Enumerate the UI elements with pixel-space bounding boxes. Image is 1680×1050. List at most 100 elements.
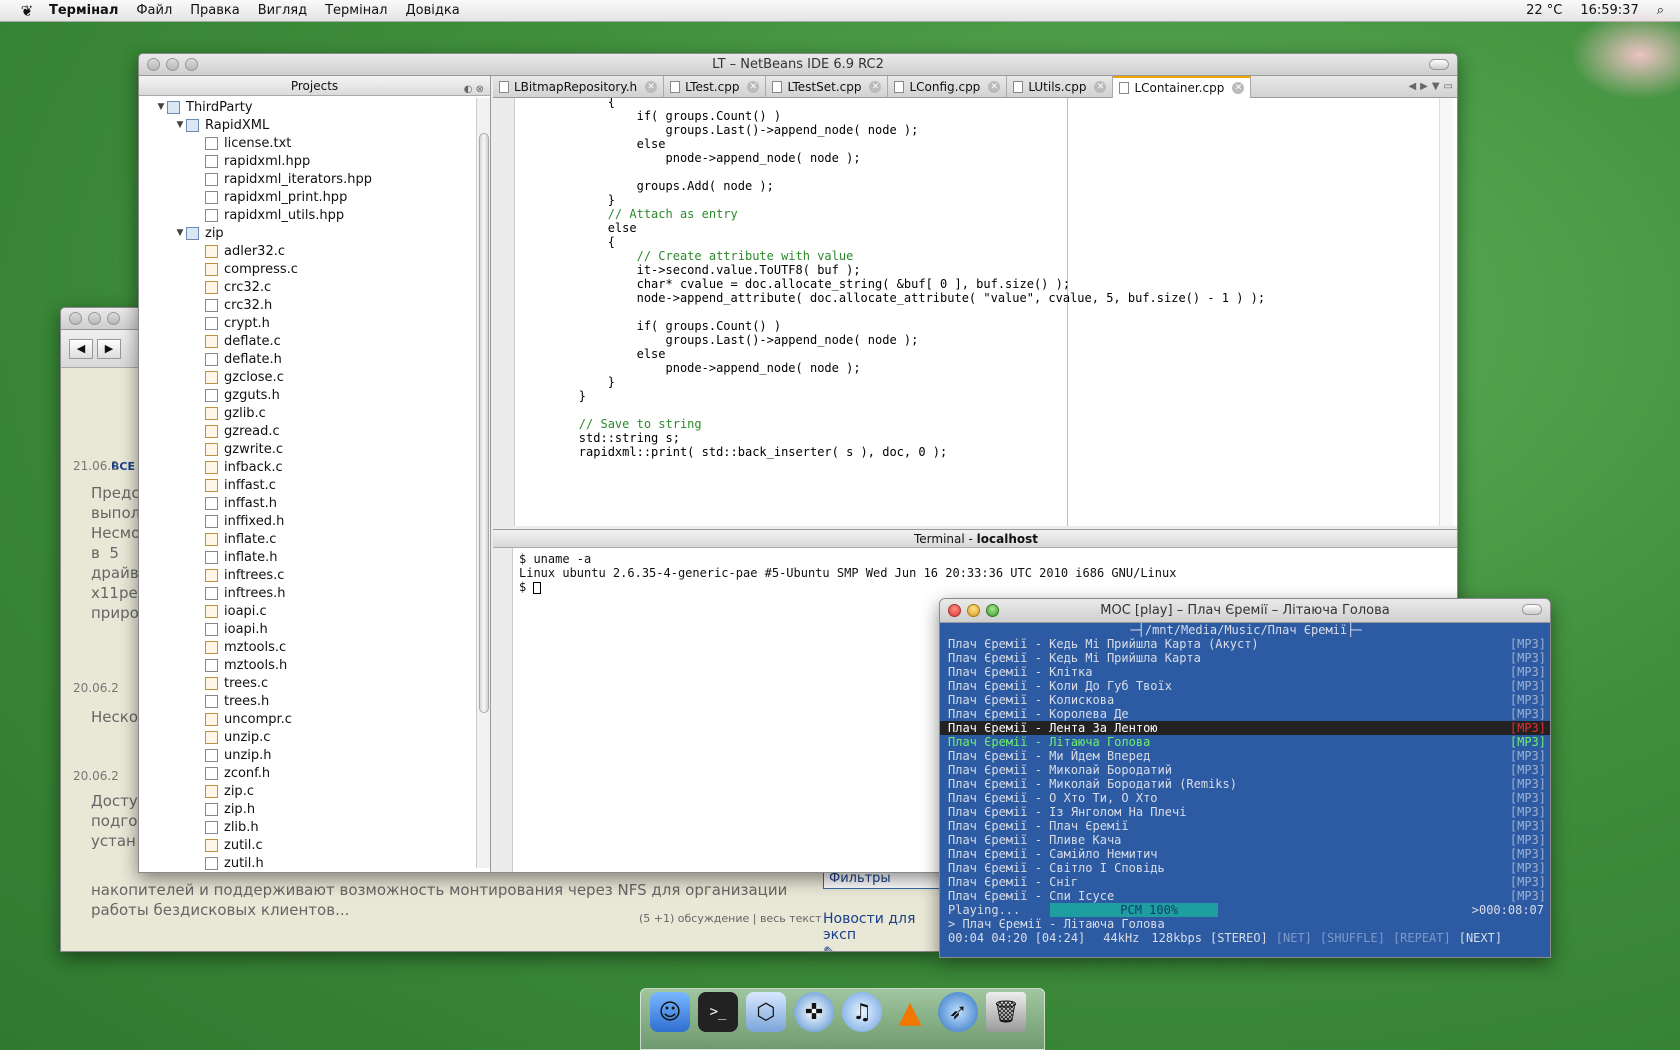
discussion-link[interactable]: (5 +1) обсуждение | весь текст bbox=[639, 912, 822, 925]
track-row[interactable]: Плач Єремії - Сніг [MP3] bbox=[940, 875, 1550, 889]
track-row[interactable]: Плач Єремії - Кедь Мі Прийшла Карта (Аку… bbox=[940, 637, 1550, 651]
tab-close-icon[interactable]: ✕ bbox=[1232, 82, 1245, 94]
minimize-button[interactable] bbox=[967, 604, 980, 617]
tree-item[interactable]: inftrees.c bbox=[139, 566, 490, 584]
menu-edit[interactable]: Правка bbox=[181, 3, 248, 18]
tab-close-icon[interactable]: ✕ bbox=[988, 81, 1001, 93]
editor-tab[interactable]: LBitmapRepository.h ✕ bbox=[493, 76, 665, 98]
track-row[interactable]: Плач Єремії - Із Янголом На Плечі [MP3] bbox=[940, 805, 1550, 819]
pencil-icon[interactable]: ✎ bbox=[823, 943, 939, 951]
tree-item[interactable]: zutil.h bbox=[139, 854, 490, 872]
tree-item[interactable]: unzip.h bbox=[139, 746, 490, 764]
finder-icon[interactable]: ☺ bbox=[650, 992, 690, 1032]
track-row[interactable]: Плач Єремії - Коли До Губ Твоїх [MP3] bbox=[940, 679, 1550, 693]
tree-item[interactable]: rapidxml_utils.hpp bbox=[139, 206, 490, 224]
track-row[interactable]: Плач Єремії - Пливе Кача [MP3] bbox=[940, 833, 1550, 847]
tree-item[interactable]: zip.h bbox=[139, 800, 490, 818]
editor-tab[interactable]: LContainer.cpp ✕ bbox=[1113, 76, 1252, 98]
vlc-icon[interactable]: ▲ bbox=[890, 992, 930, 1032]
zoom-button[interactable] bbox=[107, 312, 120, 325]
track-row[interactable]: Плач Єремії - Миколай Бородатий [MP3] bbox=[940, 763, 1550, 777]
editor-tab[interactable]: LTestSet.cpp ✕ bbox=[766, 76, 889, 98]
track-row[interactable]: Плач Єремії - Королева Де [MP3] bbox=[940, 707, 1550, 721]
code-editor[interactable]: { if( groups.Count() ) groups.Last()->ap… bbox=[493, 98, 1457, 526]
tree-item[interactable]: license.txt bbox=[139, 134, 490, 152]
code-text[interactable]: { if( groups.Count() ) groups.Last()->ap… bbox=[521, 98, 1265, 459]
track-row[interactable]: Плач Єремії - Кедь Мі Прийшла Карта [MP3] bbox=[940, 651, 1550, 665]
track-row[interactable]: Плач Єремії - Самійло Немитич [MP3] bbox=[940, 847, 1550, 861]
tree-item[interactable]: crc32.c bbox=[139, 278, 490, 296]
close-button[interactable] bbox=[948, 604, 961, 617]
box-icon[interactable]: ⬡ bbox=[746, 992, 786, 1032]
tab-close-icon[interactable]: ✕ bbox=[747, 81, 760, 93]
toolbar-toggle-button[interactable] bbox=[1429, 59, 1449, 70]
track-row[interactable]: Плач Єремії - Миколай Бородатий (Remiks)… bbox=[940, 777, 1550, 791]
track-row[interactable]: Плач Єремії - Літаюча Голова [MP3] bbox=[940, 735, 1550, 749]
menu-view[interactable]: Вигляд bbox=[249, 3, 316, 18]
tree-item[interactable]: zlib.h bbox=[139, 818, 490, 836]
tree-item[interactable]: gzread.c bbox=[139, 422, 490, 440]
track-row[interactable]: Плач Єремії - Спи Ісусе [MP3] bbox=[940, 889, 1550, 903]
track-row[interactable]: Плач Єремії - Лента За Лентою [MP3] bbox=[940, 721, 1550, 735]
editor-scrollbar[interactable] bbox=[1439, 98, 1453, 526]
close-button[interactable] bbox=[147, 58, 160, 71]
tree-item[interactable]: rapidxml.hpp bbox=[139, 152, 490, 170]
menu-app-name[interactable]: Термінал bbox=[40, 3, 127, 18]
menu-file[interactable]: Файл bbox=[127, 3, 181, 18]
scroll-thumb[interactable] bbox=[479, 133, 489, 713]
tab-close-icon[interactable]: ✕ bbox=[645, 81, 658, 93]
expand-toggle-icon[interactable]: ▼ bbox=[174, 120, 186, 130]
tree-item[interactable]: crc32.h bbox=[139, 296, 490, 314]
safari-icon[interactable]: ✜ bbox=[794, 992, 834, 1032]
zoom-button[interactable] bbox=[986, 604, 999, 617]
tree-item[interactable]: trees.c bbox=[139, 674, 490, 692]
minimize-button[interactable] bbox=[166, 58, 179, 71]
tree-item[interactable]: ▼ RapidXML bbox=[139, 116, 490, 134]
tab-prev-icon[interactable]: ◀ bbox=[1408, 81, 1416, 92]
menu-help[interactable]: Довідка bbox=[396, 3, 468, 18]
tree-item[interactable]: inffixed.h bbox=[139, 512, 490, 530]
tree-item[interactable]: deflate.h bbox=[139, 350, 490, 368]
tree-item[interactable]: zutil.c bbox=[139, 836, 490, 854]
news-for-experts-link[interactable]: Новости для эксп bbox=[823, 911, 939, 943]
network-icon[interactable]: ➶ bbox=[938, 992, 978, 1032]
expand-toggle-icon[interactable]: ▼ bbox=[155, 102, 167, 112]
menu-terminal[interactable]: Термінал bbox=[316, 3, 396, 18]
tab-close-icon[interactable]: ✕ bbox=[869, 81, 882, 93]
volume-bar[interactable]: PCM 100% bbox=[1050, 903, 1219, 917]
tree-item[interactable]: rapidxml_iterators.hpp bbox=[139, 170, 490, 188]
tree-item[interactable]: inftrees.h bbox=[139, 584, 490, 602]
editor-tab[interactable]: LConfig.cpp ✕ bbox=[888, 76, 1008, 98]
tree-item[interactable]: trees.h bbox=[139, 692, 490, 710]
tree-item[interactable]: unzip.c bbox=[139, 728, 490, 746]
tab-list-icon[interactable]: ▼ bbox=[1432, 81, 1440, 92]
tree-item[interactable]: gzwrite.c bbox=[139, 440, 490, 458]
tree-item[interactable]: mztools.c bbox=[139, 638, 490, 656]
tab-next-icon[interactable]: ▶ bbox=[1420, 81, 1428, 92]
back-button[interactable]: ◀ bbox=[69, 338, 93, 359]
track-row[interactable]: Плач Єремії - Ми Йдем Вперед [MP3] bbox=[940, 749, 1550, 763]
projects-scrollbar[interactable] bbox=[476, 98, 490, 868]
apple-menu-icon[interactable]: ❦ bbox=[14, 2, 40, 20]
terminal-output[interactable]: $ uname -a Linux ubuntu 2.6.35-4-generic… bbox=[519, 552, 1176, 594]
tree-item[interactable]: uncompr.c bbox=[139, 710, 490, 728]
itunes-icon[interactable]: ♫ bbox=[842, 992, 882, 1032]
tree-item[interactable]: ioapi.c bbox=[139, 602, 490, 620]
minimize-button[interactable] bbox=[88, 312, 101, 325]
tree-item[interactable]: gzguts.h bbox=[139, 386, 490, 404]
tree-item[interactable]: infback.c bbox=[139, 458, 490, 476]
editor-tab[interactable]: LTest.cpp ✕ bbox=[664, 76, 767, 98]
tree-item[interactable]: inffast.c bbox=[139, 476, 490, 494]
tab-close-icon[interactable]: ✕ bbox=[1094, 81, 1107, 93]
tree-item[interactable]: mztools.h bbox=[139, 656, 490, 674]
tree-item[interactable]: inffast.h bbox=[139, 494, 490, 512]
tree-item[interactable]: deflate.c bbox=[139, 332, 490, 350]
track-row[interactable]: Плач Єремії - О Хто Ти, О Хто [MP3] bbox=[940, 791, 1550, 805]
tree-item[interactable]: rapidxml_print.hpp bbox=[139, 188, 490, 206]
track-row[interactable]: Плач Єремії - Плач Єремії [MP3] bbox=[940, 819, 1550, 833]
tree-item[interactable]: inflate.h bbox=[139, 548, 490, 566]
close-button[interactable] bbox=[69, 312, 82, 325]
moc-terminal[interactable]: ─┤/mnt/Media/Music/Плач Єремії├─ Плач Єр… bbox=[940, 623, 1550, 957]
zoom-button[interactable] bbox=[185, 58, 198, 71]
tree-item[interactable]: inflate.c bbox=[139, 530, 490, 548]
